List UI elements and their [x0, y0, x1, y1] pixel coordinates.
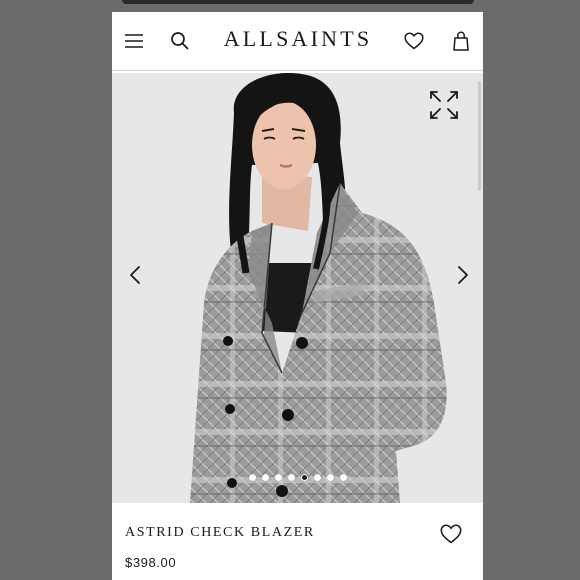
site-header: ALLSAINTS	[112, 12, 483, 71]
gallery-dot[interactable]	[300, 474, 308, 481]
hamburger-menu-icon[interactable]	[122, 29, 146, 53]
heart-icon[interactable]	[402, 29, 426, 53]
heart-outline-icon[interactable]	[440, 524, 464, 548]
chevron-left-icon[interactable]	[124, 263, 148, 287]
screen: ALLSAINTS ASTRID CHECK BLAZER $398.00	[0, 0, 580, 580]
gallery-dot[interactable]	[313, 474, 321, 481]
shopping-bag-icon[interactable]	[449, 29, 473, 53]
gallery-pagination-dots	[112, 474, 483, 481]
product-photo	[112, 73, 483, 503]
search-icon[interactable]	[168, 29, 192, 53]
product-price: $398.00	[125, 555, 177, 570]
gallery-dot[interactable]	[274, 474, 282, 481]
gallery-scrollbar[interactable]	[478, 81, 481, 191]
product-image-gallery[interactable]	[112, 73, 483, 503]
gallery-dot[interactable]	[248, 474, 256, 481]
chevron-right-icon[interactable]	[450, 263, 474, 287]
gallery-dot[interactable]	[339, 474, 347, 481]
gallery-dot[interactable]	[287, 474, 295, 481]
expand-arrows-icon[interactable]	[428, 89, 460, 121]
brand-logo[interactable]: ALLSAINTS	[208, 26, 388, 52]
gallery-dot[interactable]	[261, 474, 269, 481]
mobile-page: ALLSAINTS ASTRID CHECK BLAZER $398.00	[112, 12, 483, 580]
product-name: ASTRID CHECK BLAZER	[125, 525, 315, 540]
device-top-edge	[122, 0, 474, 4]
gallery-dot[interactable]	[326, 474, 334, 481]
